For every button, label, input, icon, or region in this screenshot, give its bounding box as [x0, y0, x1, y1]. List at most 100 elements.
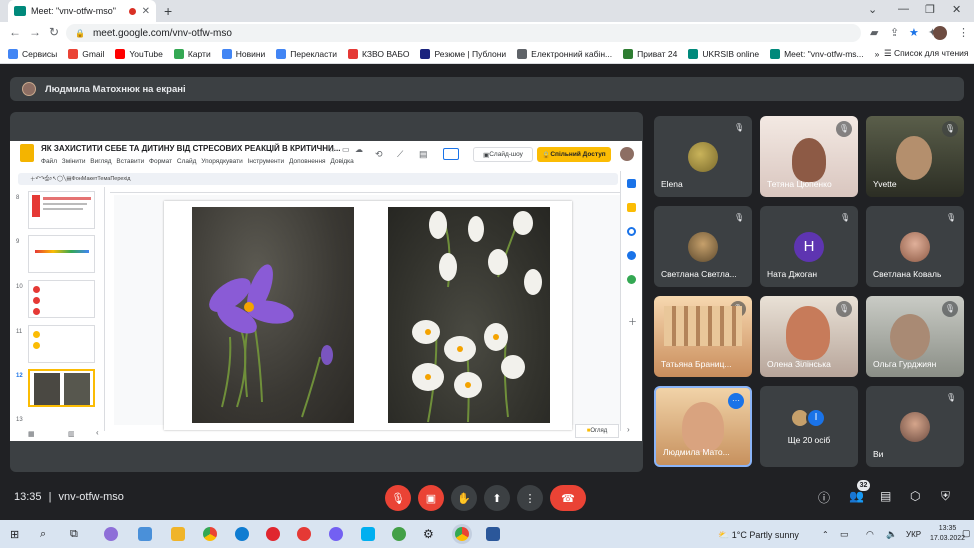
star-icon[interactable]: ☆ [328, 145, 335, 154]
viber-icon[interactable] [329, 527, 343, 541]
self-tile[interactable]: 🎙 Ви [866, 386, 964, 467]
weather-widget[interactable]: ⛅ 1°C Partly sunny [718, 530, 799, 541]
raise-hand-button[interactable]: ✋ [451, 485, 477, 511]
bookmark-item[interactable]: Meet: "vnv-otfw-ms... [770, 48, 864, 59]
file-explorer-icon[interactable] [171, 527, 185, 541]
toolbar-theme[interactable]: Тема [97, 176, 110, 182]
app-icon[interactable] [104, 527, 118, 541]
notifications-icon[interactable]: ▢ [962, 528, 971, 539]
reload-icon[interactable]: ↻ [49, 25, 59, 39]
chevron-right-icon[interactable]: › [627, 425, 630, 434]
app-icon[interactable] [392, 527, 406, 541]
grid-view-icon[interactable]: ▦ [28, 430, 35, 438]
collapse-panel-icon[interactable]: ‹ [96, 428, 99, 437]
profile-avatar[interactable] [933, 26, 947, 40]
comment-icon[interactable]: ▤ [419, 149, 428, 160]
participant-tile[interactable]: 🎙 Ольга Гурджиян [866, 296, 964, 377]
participant-tile[interactable]: 🎙 H Ната Джоган [760, 206, 858, 287]
tray-chevron-icon[interactable]: ⌃ [822, 530, 829, 539]
share-icon[interactable]: ⇪ [890, 26, 899, 39]
volume-icon[interactable]: 🔈 [886, 529, 897, 540]
toolbar-background[interactable]: Фон [72, 176, 82, 182]
skype-icon[interactable] [361, 527, 375, 541]
slide-thumbnail[interactable] [28, 280, 95, 318]
close-window-icon[interactable]: ✕ [952, 3, 961, 16]
forward-icon[interactable]: → [29, 25, 41, 39]
slide-thumbnail[interactable] [28, 191, 95, 229]
history-icon[interactable]: ⟲ [375, 149, 383, 160]
menu-item[interactable]: Упорядкувати [201, 158, 242, 165]
move-folder-icon[interactable]: ▭ [342, 145, 350, 154]
menu-item[interactable]: Формат [149, 158, 172, 165]
meeting-info-button[interactable]: ⓘ [818, 489, 830, 506]
participant-tile[interactable]: 🎙 Yvette [866, 116, 964, 197]
more-options-button[interactable]: ⋮ [517, 485, 543, 511]
participant-tile[interactable]: 🎙 Elena [654, 116, 752, 197]
wifi-icon[interactable]: ◠ [866, 529, 874, 540]
bookmark-item[interactable]: Резюме | Публони [420, 48, 506, 59]
filmstrip-icon[interactable]: ▥ [68, 430, 75, 438]
language-indicator[interactable]: УКР [906, 530, 921, 539]
settings-icon[interactable]: ⚙ [423, 527, 434, 541]
word-icon[interactable] [486, 527, 500, 541]
url-bar[interactable]: 🔒 meet.google.com/vnv-otfw-mso [66, 24, 861, 42]
avatar[interactable] [620, 147, 634, 161]
browser-tab[interactable]: Meet: "vnv-otfw-mso" ✕ [8, 0, 156, 22]
leave-call-button[interactable]: ☎ [550, 485, 586, 511]
bookmark-item[interactable]: Електронний кабін... [517, 48, 612, 59]
current-slide[interactable] [164, 201, 572, 430]
maximize-icon[interactable]: ❐ [925, 3, 935, 16]
participant-tile[interactable]: 🎙 Тетяна Цюпенко [760, 116, 858, 197]
participant-tile[interactable]: 🎙 Светлана Коваль [866, 206, 964, 287]
keep-icon[interactable] [627, 203, 636, 212]
menu-item[interactable]: Файл [41, 158, 57, 165]
chrome-icon[interactable] [203, 527, 217, 541]
more-participants-tile[interactable]: I Ще 20 осіб [760, 386, 858, 467]
search-icon[interactable]: ⌕ [40, 528, 46, 541]
menu-item[interactable]: Змінити [62, 158, 86, 165]
network-icon[interactable]: ▭ [840, 529, 849, 540]
opera-icon[interactable] [266, 527, 280, 541]
camera-icon[interactable]: ▰ [870, 26, 878, 39]
participant-tile[interactable]: 🎙 Олена Зілінська [760, 296, 858, 377]
menu-item[interactable]: Інструменти [248, 158, 285, 165]
participant-tile[interactable]: 🎙 Светлана Светла... [654, 206, 752, 287]
minimize-icon[interactable]: — [898, 3, 909, 15]
tasks-icon[interactable] [627, 227, 636, 236]
bookmark-item[interactable]: Gmail [68, 48, 104, 59]
participant-tile-active-speaker[interactable]: ⋯ Людмила Мато... [654, 386, 752, 467]
menu-item[interactable]: Доповнення [289, 158, 326, 165]
chat-button[interactable]: ▤ [880, 489, 891, 503]
bookmark-item[interactable]: YouTube [115, 48, 163, 59]
contacts-icon[interactable] [627, 251, 636, 260]
menu-item[interactable]: Вигляд [90, 158, 111, 165]
camera-toggle-button[interactable]: ▣ [418, 485, 444, 511]
reading-list-button[interactable]: ☰ Список для чтения [884, 48, 969, 59]
maps-icon[interactable] [627, 275, 636, 284]
edge-icon[interactable] [235, 527, 249, 541]
windows-start-icon[interactable]: ⊞ [10, 528, 19, 541]
back-icon[interactable]: ← [9, 25, 21, 39]
activity-icon[interactable]: ⟋ [397, 149, 403, 160]
slide-thumbnail-selected[interactable] [28, 369, 95, 407]
toolbar-layout[interactable]: Макет [82, 176, 98, 182]
slide-thumbnail[interactable] [28, 325, 95, 363]
close-tab-icon[interactable]: ✕ [142, 6, 150, 17]
bookmark-item[interactable]: Новини [221, 48, 265, 59]
bookmark-item[interactable]: КЗВО ВАБО [347, 48, 409, 59]
mic-toggle-button[interactable]: 🎙 [385, 485, 411, 511]
add-addon-icon[interactable]: ＋ [628, 315, 637, 328]
bookmark-item[interactable]: Приват 24 [623, 48, 677, 59]
more-vert-icon[interactable]: ⋮ [958, 26, 969, 39]
yandex-icon[interactable] [297, 527, 311, 541]
activities-button[interactable]: ⬡ [910, 489, 920, 503]
new-tab-button[interactable]: + [164, 3, 172, 19]
menu-item[interactable]: Вставити [116, 158, 144, 165]
toolbar-transition[interactable]: Перехід [110, 176, 130, 182]
slide-thumbnail[interactable] [28, 235, 95, 273]
taskbar-clock[interactable]: 13:35 17.03.2022 [930, 524, 965, 544]
calendar-icon[interactable] [627, 179, 636, 188]
bookmark-item[interactable]: Сервисы [8, 48, 57, 59]
bookmark-item[interactable]: Карти [173, 48, 211, 59]
meet-present-icon[interactable] [443, 148, 459, 160]
